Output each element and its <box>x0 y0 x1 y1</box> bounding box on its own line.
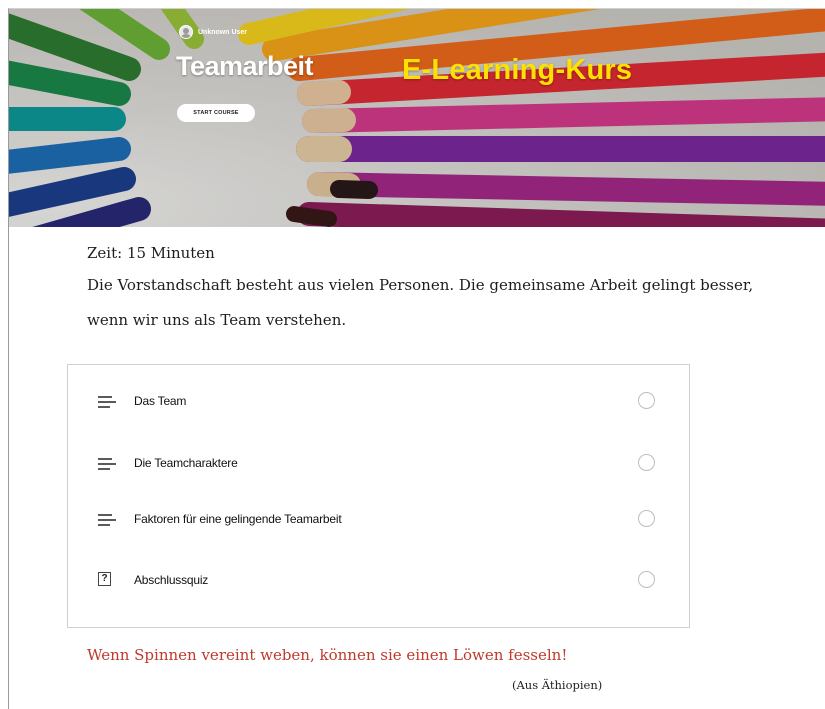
lesson-title: Abschlussquiz <box>134 573 209 587</box>
quiz-icon: ? <box>98 572 111 586</box>
quote-origin: (Aus Äthiopien) <box>512 678 603 692</box>
course-description: Die Vorstandschaft besteht aus vielen Pe… <box>87 276 754 329</box>
lesson-status-radio <box>638 571 655 588</box>
lesson-title: Das Team <box>134 394 187 408</box>
lesson-title: Die Teamcharaktere <box>134 456 238 470</box>
course-duration: Zeit: 15 Minuten <box>87 244 215 262</box>
course-hero-banner: Unknown User Teamarbeit E-Learning-Kurs … <box>9 9 825 227</box>
lesson-item-teamcharaktere[interactable]: Die Teamcharaktere <box>68 446 689 480</box>
start-course-button[interactable]: START COURSE <box>177 104 255 122</box>
lesson-item-das-team[interactable]: Das Team <box>68 384 689 418</box>
lesson-item-faktoren[interactable]: Faktoren für eine gelingende Teamarbeit <box>68 502 689 536</box>
course-title: Teamarbeit <box>176 51 314 81</box>
user-info: Unknown User <box>179 25 247 39</box>
course-intro: Zeit: 15 Minuten Die Vorstandschaft best… <box>87 240 767 338</box>
lesson-list: Das Team Die Teamcharaktere Faktoren für… <box>67 364 690 628</box>
text-lines-icon <box>98 511 116 527</box>
course-subtitle: E-Learning-Kurs <box>402 54 633 86</box>
lesson-status-radio <box>638 392 655 409</box>
text-lines-icon <box>98 393 116 409</box>
lesson-item-abschlussquiz[interactable]: ? Abschlussquiz <box>68 563 689 597</box>
user-avatar-icon <box>179 25 193 39</box>
user-name: Unknown User <box>198 28 248 36</box>
quote-text: Wenn Spinnen vereint weben, können sie e… <box>87 646 568 664</box>
lesson-status-radio <box>638 454 655 471</box>
colored-pencils-image <box>9 9 825 227</box>
lesson-title: Faktoren für eine gelingende Teamarbeit <box>134 512 342 526</box>
lesson-status-radio <box>638 510 655 527</box>
text-lines-icon <box>98 455 116 471</box>
